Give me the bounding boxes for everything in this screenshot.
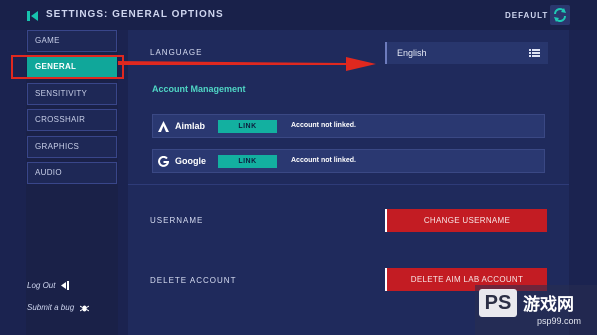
watermark-logo: PS xyxy=(479,289,517,317)
aimlab-icon xyxy=(158,121,169,132)
list-icon xyxy=(529,49,540,57)
default-label: DEFAULT xyxy=(505,11,549,20)
account-row-google: Google LINK Account not linked. xyxy=(152,149,545,173)
link-aimlab-button[interactable]: LINK xyxy=(218,120,277,133)
account-name: Google xyxy=(175,156,206,166)
back-icon[interactable] xyxy=(27,10,39,22)
reset-default-button[interactable] xyxy=(550,5,570,25)
annotation-arrow-icon xyxy=(118,57,376,71)
change-username-button[interactable]: CHANGE USERNAME xyxy=(385,209,547,232)
sidebar-item-sensitivity[interactable]: SENSITIVITY xyxy=(27,83,117,105)
account-status: Account not linked. xyxy=(291,122,356,129)
exit-icon xyxy=(61,281,70,290)
top-bar: SETTINGS: GENERAL OPTIONS DEFAULT xyxy=(0,0,597,30)
google-icon xyxy=(158,156,169,167)
log-out-label: Log Out xyxy=(27,281,56,290)
watermark: PS 游戏网 psp99.com xyxy=(475,285,597,335)
watermark-url: psp99.com xyxy=(537,316,582,326)
language-select[interactable]: English xyxy=(385,42,548,64)
page-title: SETTINGS: GENERAL OPTIONS xyxy=(46,9,224,20)
account-name: Aimlab xyxy=(175,121,206,131)
sidebar-item-game[interactable]: GAME xyxy=(27,30,117,52)
sidebar-item-audio[interactable]: AUDIO xyxy=(27,162,117,184)
annotation-highlight-box xyxy=(11,55,124,79)
username-label: USERNAME xyxy=(150,216,204,225)
sidebar-item-graphics[interactable]: GRAPHICS xyxy=(27,136,117,158)
account-status: Account not linked. xyxy=(291,157,356,164)
language-value: English xyxy=(397,48,427,58)
submit-bug-label: Submit a bug xyxy=(27,303,75,312)
bug-icon xyxy=(80,305,90,312)
delete-account-label: DELETE ACCOUNT xyxy=(150,276,237,285)
link-google-button[interactable]: LINK xyxy=(218,155,277,168)
account-management-heading: Account Management xyxy=(152,84,246,94)
refresh-icon xyxy=(554,8,566,22)
submit-bug-link[interactable]: Submit a bug xyxy=(27,303,90,312)
log-out-link[interactable]: Log Out xyxy=(27,281,70,290)
section-divider xyxy=(128,184,569,185)
watermark-brand: 游戏网 xyxy=(523,295,574,314)
sidebar-item-crosshair[interactable]: CROSSHAIR xyxy=(27,109,117,131)
account-row-aimlab: Aimlab LINK Account not linked. xyxy=(152,114,545,138)
